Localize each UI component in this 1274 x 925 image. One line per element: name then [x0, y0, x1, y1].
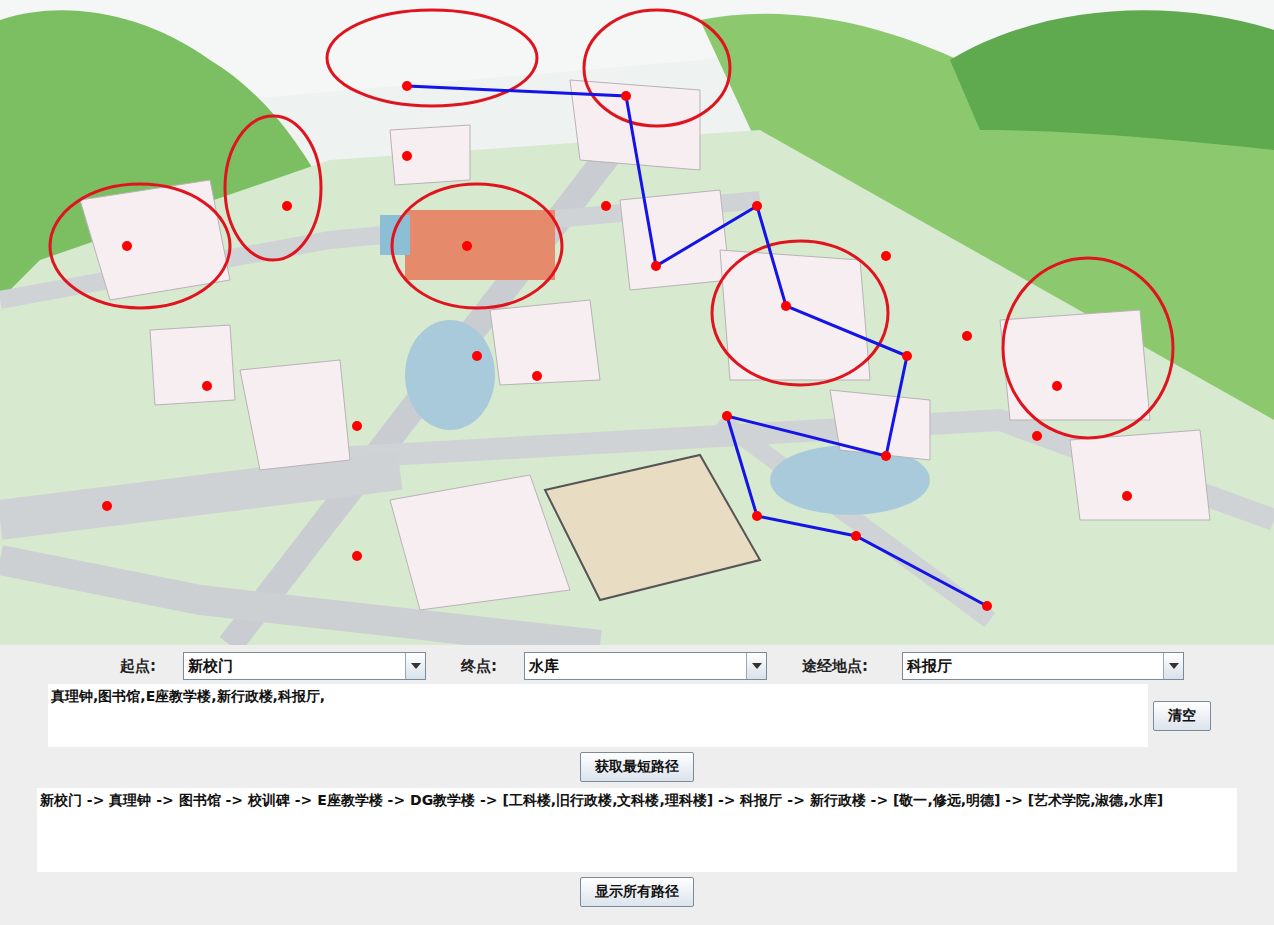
result-row: 新校门 -> 真理钟 -> 图书馆 -> 校训碑 -> E座教学楼 -> DG教…	[0, 788, 1274, 872]
map-canvas	[0, 0, 1274, 645]
map-pin[interactable]	[352, 551, 362, 561]
end-value: 水库	[525, 657, 746, 676]
map-pin[interactable]	[962, 331, 972, 341]
map-pin[interactable]	[282, 201, 292, 211]
result-area[interactable]: 新校门 -> 真理钟 -> 图书馆 -> 校训碑 -> E座教学楼 -> DG教…	[37, 788, 1237, 872]
via-combo[interactable]: 科报厅	[902, 652, 1184, 680]
cluster-ring	[50, 184, 230, 308]
map-pin[interactable]	[202, 381, 212, 391]
map-pin[interactable]	[781, 301, 791, 311]
start-label: 起点:	[120, 657, 183, 676]
map-pin[interactable]	[651, 261, 661, 271]
all-row: 显示所有路径	[0, 877, 1274, 907]
map-pin[interactable]	[402, 81, 412, 91]
shortest-row: 获取最短路径	[0, 752, 1274, 782]
dropdown-arrow-icon[interactable]	[1163, 653, 1183, 679]
map-pin[interactable]	[881, 251, 891, 261]
all-paths-button[interactable]: 显示所有路径	[580, 877, 694, 907]
control-panel: 起点:新校门 终点:水库 途经地点:科报厅真理钟,图书馆,E座教学楼,新行政楼,科报…	[0, 645, 1274, 907]
map-pin[interactable]	[752, 511, 762, 521]
map-pin[interactable]	[462, 241, 472, 251]
shortest-path-button[interactable]: 获取最短路径	[580, 752, 694, 782]
map-pin[interactable]	[352, 421, 362, 431]
start-combo[interactable]: 新校门	[183, 652, 426, 680]
via-value: 科报厅	[903, 657, 1163, 676]
map-pin[interactable]	[601, 201, 611, 211]
dropdown-arrow-icon[interactable]	[746, 653, 766, 679]
map-pin[interactable]	[851, 531, 861, 541]
cluster-ring	[392, 184, 562, 308]
via-label: 途经地点:	[802, 657, 902, 676]
via-row: 真理钟,图书馆,E座教学楼,新行政楼,科报厅,清空	[0, 684, 1274, 747]
select-row: 起点:新校门 终点:水库 途经地点:科报厅	[0, 651, 1274, 681]
map-pin[interactable]	[1032, 431, 1042, 441]
map-pin[interactable]	[621, 91, 631, 101]
dropdown-arrow-icon[interactable]	[405, 653, 425, 679]
map-pin[interactable]	[1052, 381, 1062, 391]
clear-button[interactable]: 清空	[1153, 701, 1211, 731]
end-label: 终点:	[461, 657, 524, 676]
map-pin[interactable]	[722, 411, 732, 421]
map-pin[interactable]	[881, 451, 891, 461]
via-field: 途经地点:科报厅	[802, 652, 1184, 680]
map-pin[interactable]	[752, 201, 762, 211]
map-pin[interactable]	[1122, 491, 1132, 501]
via-list-area[interactable]: 真理钟,图书馆,E座教学楼,新行政楼,科报厅,	[48, 684, 1148, 747]
route-line	[407, 86, 987, 606]
end-field: 终点:水库	[461, 652, 767, 680]
cluster-ring	[584, 10, 730, 126]
map-pin[interactable]	[122, 241, 132, 251]
map-pin[interactable]	[402, 151, 412, 161]
campus-illustration	[0, 0, 1274, 645]
end-combo[interactable]: 水库	[524, 652, 767, 680]
map-pin[interactable]	[102, 501, 112, 511]
map-panel	[0, 0, 1274, 645]
map-pin[interactable]	[982, 601, 992, 611]
map-pin[interactable]	[902, 351, 912, 361]
start-value: 新校门	[184, 657, 405, 676]
app-window: 起点:新校门 终点:水库 途经地点:科报厅真理钟,图书馆,E座教学楼,新行政楼,科报…	[0, 0, 1274, 925]
cluster-ring	[1003, 258, 1173, 438]
start-field: 起点:新校门	[120, 652, 426, 680]
map-pin[interactable]	[472, 351, 482, 361]
map-pin[interactable]	[532, 371, 542, 381]
cluster-ring	[225, 116, 321, 260]
